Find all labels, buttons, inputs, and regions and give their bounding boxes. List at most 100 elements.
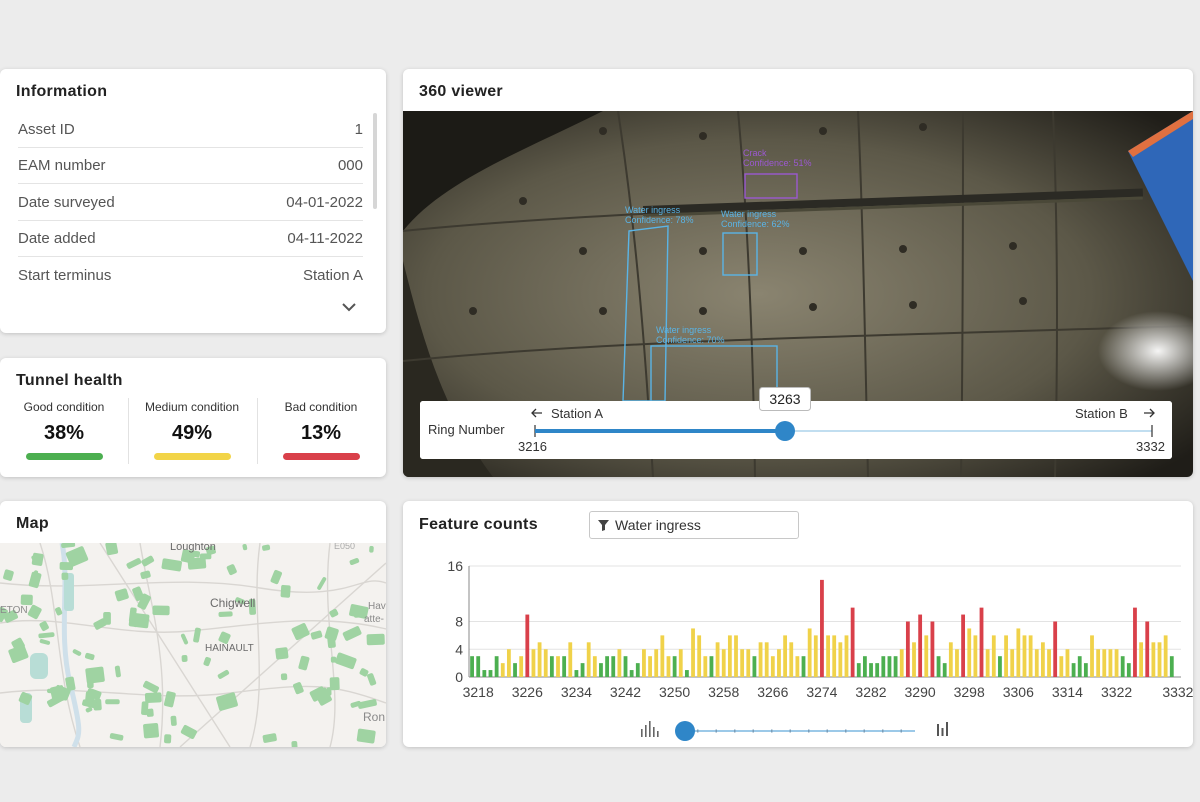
feature-bar[interactable] — [580, 663, 585, 678]
feature-bar[interactable] — [500, 663, 505, 678]
feature-bar[interactable] — [813, 635, 818, 678]
feature-bar[interactable] — [1010, 649, 1015, 677]
feature-bar[interactable] — [801, 656, 806, 677]
feature-bar[interactable] — [1126, 663, 1131, 678]
feature-bar[interactable] — [752, 656, 757, 677]
feature-bar[interactable] — [1151, 642, 1156, 677]
feature-bar[interactable] — [494, 656, 499, 677]
feature-bar[interactable] — [648, 656, 652, 677]
chevron-down-icon[interactable] — [340, 300, 358, 314]
feature-bar[interactable] — [568, 642, 573, 677]
map-canvas[interactable]: Loughton Chigwell HAINAULT ETON Hav atte… — [0, 543, 386, 747]
feature-bar[interactable] — [783, 635, 788, 678]
feature-bar[interactable] — [973, 635, 978, 678]
feature-bar[interactable] — [850, 607, 855, 678]
feature-bar[interactable] — [967, 628, 972, 677]
feature-bar[interactable] — [666, 656, 671, 677]
feature-bar[interactable] — [746, 649, 751, 677]
feature-bar[interactable] — [1139, 642, 1144, 677]
feature-bar[interactable] — [887, 656, 892, 677]
feature-bar[interactable] — [525, 614, 530, 677]
feature-bar[interactable] — [599, 663, 603, 678]
feature-bar[interactable] — [691, 628, 695, 677]
feature-bar[interactable] — [660, 635, 665, 678]
feature-bar[interactable] — [820, 579, 824, 678]
feature-bar[interactable] — [1034, 649, 1039, 677]
feature-filter-select[interactable]: Water ingress — [589, 511, 799, 539]
feature-bar[interactable] — [899, 649, 904, 677]
feature-bar[interactable] — [574, 670, 579, 677]
feature-bar[interactable] — [998, 656, 1002, 677]
feature-bar[interactable] — [770, 656, 775, 677]
feature-bar[interactable] — [697, 635, 702, 678]
feature-bar[interactable] — [795, 656, 800, 677]
feature-bar[interactable] — [1145, 621, 1150, 678]
feature-bar[interactable] — [955, 649, 959, 677]
feature-bar[interactable] — [519, 656, 524, 677]
feature-bar[interactable] — [623, 656, 628, 677]
feature-bar[interactable] — [611, 656, 616, 677]
feature-bar[interactable] — [862, 656, 867, 677]
zoom-in-bars-icon[interactable] — [937, 722, 948, 736]
feature-bar[interactable] — [482, 670, 487, 677]
feature-bar[interactable] — [727, 635, 732, 678]
feature-bar[interactable] — [672, 656, 677, 677]
feature-bar[interactable] — [629, 670, 634, 677]
feature-bar[interactable] — [979, 607, 984, 678]
feature-bar[interactable] — [912, 642, 916, 677]
feature-bar[interactable] — [1133, 607, 1137, 678]
feature-bar[interactable] — [1108, 649, 1113, 677]
feature-bar[interactable] — [948, 642, 953, 677]
feature-bar[interactable] — [592, 656, 597, 677]
feature-bar[interactable] — [721, 649, 726, 677]
feature-bar[interactable] — [586, 642, 591, 677]
feature-bar[interactable] — [1077, 656, 1082, 677]
feature-bar[interactable] — [838, 642, 843, 677]
feature-bar[interactable] — [709, 656, 714, 677]
feature-bar[interactable] — [1065, 649, 1070, 677]
feature-bar[interactable] — [1090, 635, 1094, 678]
feature-bar[interactable] — [684, 670, 689, 677]
zoom-slider-thumb[interactable] — [675, 721, 695, 741]
feature-bar[interactable] — [869, 663, 873, 678]
feature-bar[interactable] — [758, 642, 763, 677]
feature-bar[interactable] — [1120, 656, 1125, 677]
feature-bar[interactable] — [1053, 621, 1058, 678]
feature-bar[interactable] — [930, 621, 935, 678]
feature-bar[interactable] — [617, 649, 622, 677]
feature-bar[interactable] — [985, 649, 990, 677]
feature-bar[interactable] — [470, 656, 474, 677]
ring-slider-thumb[interactable] — [775, 421, 795, 441]
feature-bar[interactable] — [942, 663, 947, 678]
zoom-out-bars-icon[interactable] — [641, 721, 659, 737]
feature-bar[interactable] — [642, 649, 646, 677]
feature-bar[interactable] — [1059, 656, 1064, 677]
feature-bar[interactable] — [1071, 663, 1076, 678]
feature-bar[interactable] — [605, 656, 610, 677]
feature-bar[interactable] — [703, 656, 708, 677]
feature-bar[interactable] — [537, 642, 542, 677]
feature-bar[interactable] — [543, 649, 548, 677]
feature-bar[interactable] — [807, 628, 812, 677]
feature-bar[interactable] — [734, 635, 738, 678]
feature-bar[interactable] — [905, 621, 910, 678]
feature-bar[interactable] — [826, 635, 830, 678]
info-scrollbar[interactable] — [373, 113, 377, 209]
feature-bar[interactable] — [777, 649, 781, 677]
feature-bar[interactable] — [549, 656, 554, 677]
feature-bar[interactable] — [1004, 635, 1008, 678]
feature-bar[interactable] — [893, 656, 898, 677]
feature-bar[interactable] — [991, 635, 996, 678]
feature-bar[interactable] — [513, 663, 517, 678]
feature-bar[interactable] — [1157, 642, 1162, 677]
feature-bar[interactable] — [556, 656, 560, 677]
feature-bar[interactable] — [1022, 635, 1027, 678]
feature-bar[interactable] — [924, 635, 929, 678]
feature-bar[interactable] — [764, 642, 769, 677]
feature-bar[interactable] — [635, 663, 640, 678]
feature-bar[interactable] — [961, 614, 966, 677]
feature-bar[interactable] — [1028, 635, 1033, 678]
feature-bar[interactable] — [1083, 663, 1088, 678]
feature-bar[interactable] — [1096, 649, 1101, 677]
feature-bar[interactable] — [856, 663, 861, 678]
